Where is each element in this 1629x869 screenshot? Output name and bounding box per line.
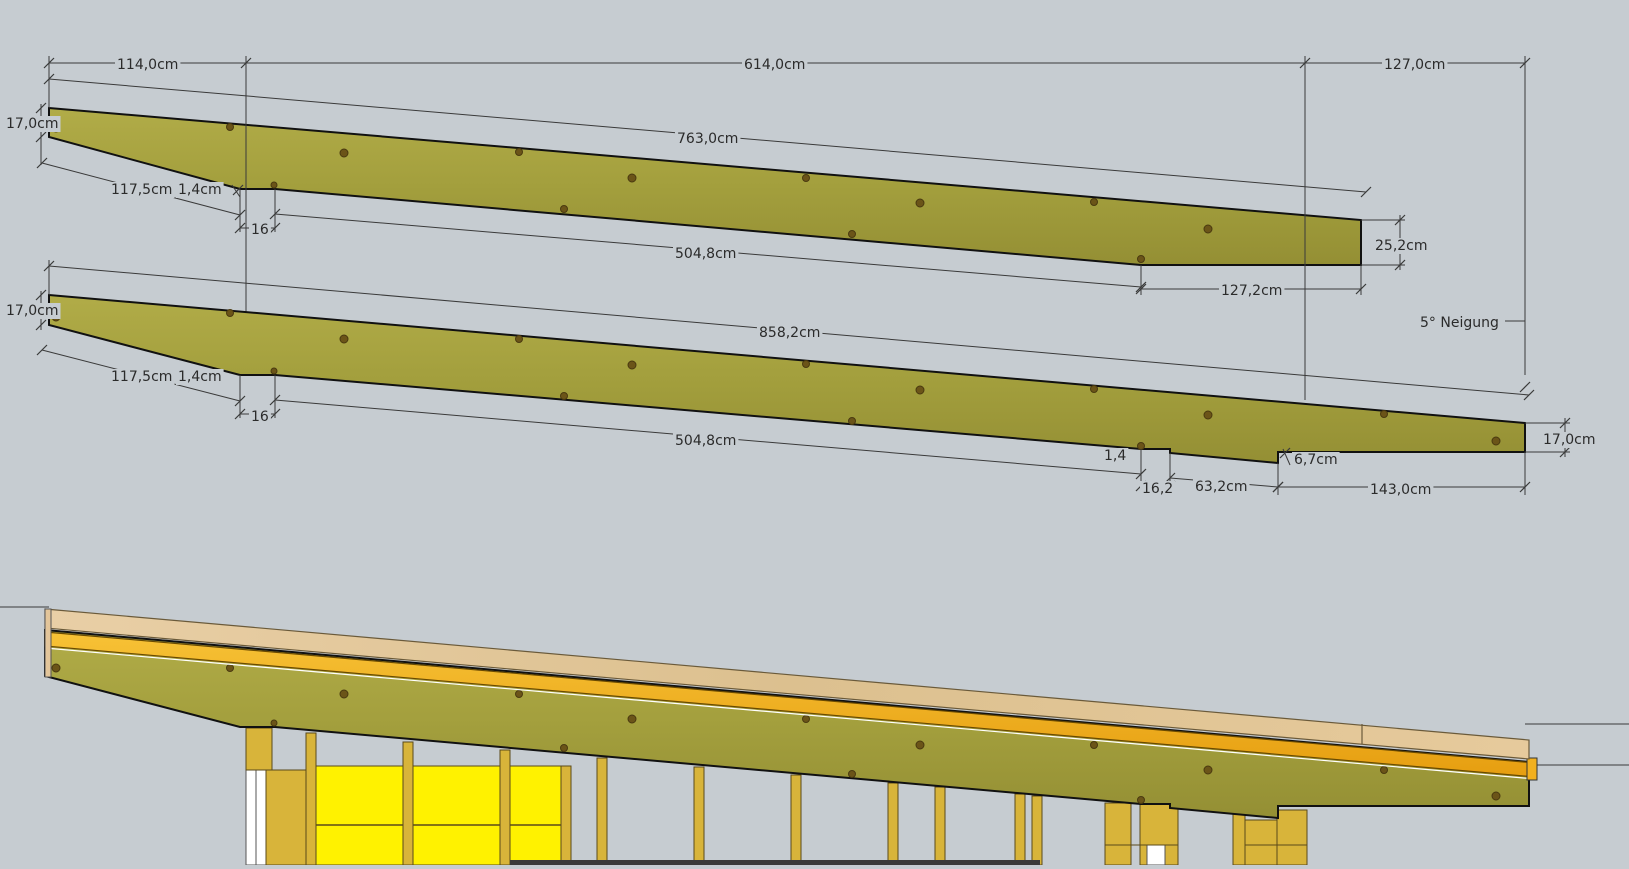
frame-post [1146,844,1166,866]
dim-16-top: 16 [251,222,269,238]
dim-1-4-right: 1,4 [1104,448,1126,464]
frame-stud [305,732,317,866]
knot [515,148,523,156]
dim-127: 127,0cm [1384,57,1445,73]
dim-763: 763,0cm [677,131,738,147]
frame-stud [693,766,705,866]
floor-rail [510,860,1040,865]
knot [270,181,278,189]
knot [1090,385,1098,393]
dim-1-4-bottom: 1,4cm [178,369,222,385]
dim-117-5-top: 117,5cm [111,182,172,198]
knot [1491,436,1501,446]
knot [515,335,523,343]
dim-25-2: 25,2cm [1375,238,1428,254]
knot [226,664,234,672]
frame-stud [887,782,899,866]
knot [270,719,278,727]
knot [1380,766,1388,774]
knot [1137,255,1145,263]
knot [915,740,925,750]
frame-stud [402,741,414,866]
knot [848,770,856,778]
knot [560,205,568,213]
knot [270,367,278,375]
knot [560,744,568,752]
dim-6-7: 6,7cm [1294,452,1338,468]
frame-stud [560,765,572,866]
frame-stud [790,774,802,866]
frame-stud [265,769,307,866]
knot [848,230,856,238]
knot [802,360,810,368]
slope-label: 5° Neigung [1420,315,1499,331]
dim-16-bottom: 16 [251,409,269,425]
dim-16-2: 16,2 [1142,481,1173,497]
frame-post [255,769,267,866]
knot [1203,765,1213,775]
knot [1137,796,1145,804]
bottom-beam-body [48,293,1526,465]
frame-stud [1232,812,1246,866]
roof-assembly [0,606,1629,866]
purlin-end-cap [1526,757,1538,781]
knot [627,360,637,370]
knot [802,174,810,182]
window-panel [315,765,562,866]
bottom-beam [48,293,1526,465]
dim-117-5-bottom: 117,5cm [111,369,172,385]
knot [339,148,349,158]
knot [1137,442,1145,450]
knot [802,715,810,723]
frame-stud [245,727,273,771]
dim-858-2: 858,2cm [759,325,820,341]
knot [1380,410,1388,418]
knot [339,334,349,344]
knot [515,690,523,698]
frame-stud [1244,819,1278,866]
dim-504-8-top: 504,8cm [675,246,736,262]
frame-stud [1031,795,1043,866]
knot [51,663,61,673]
knot [1203,224,1213,234]
knot [339,689,349,699]
frame-stud [499,749,511,866]
knot [226,123,234,131]
dim-63-2: 63,2cm [1195,479,1248,495]
dim-143: 143,0cm [1370,482,1431,498]
dim-114: 114,0cm [117,57,178,73]
knot [560,392,568,400]
knot [1090,198,1098,206]
knot [226,309,234,317]
knot [915,198,925,208]
planking-end [44,608,52,678]
dim-17-bottom-left: 17,0cm [6,303,59,319]
dim-504-8-bottom: 504,8cm [675,433,736,449]
frame-post [245,769,257,866]
knot [1491,791,1501,801]
dim-17-top: 17,0cm [6,116,59,132]
knot [1090,741,1098,749]
frame-stud [596,757,608,866]
knot [915,385,925,395]
dim-17-bottom-right: 17,0cm [1543,432,1596,448]
frame-stud [1276,809,1308,866]
frame-stud [1014,793,1026,866]
knot [627,714,637,724]
dim-127-2: 127,2cm [1221,283,1282,299]
frame-stud [1104,802,1132,866]
sketchup-viewport[interactable]: 114,0cm 614,0cm 127,0cm 17,0cm 763,0cm 1… [0,0,1629,866]
knot [848,417,856,425]
dim-1-4-top: 1,4cm [178,182,222,198]
knot [627,173,637,183]
dim-614: 614,0cm [744,57,805,73]
construction-drawing: 114,0cm 614,0cm 127,0cm 17,0cm 763,0cm 1… [0,56,1629,866]
frame-stud [934,786,946,866]
knot [1203,410,1213,420]
